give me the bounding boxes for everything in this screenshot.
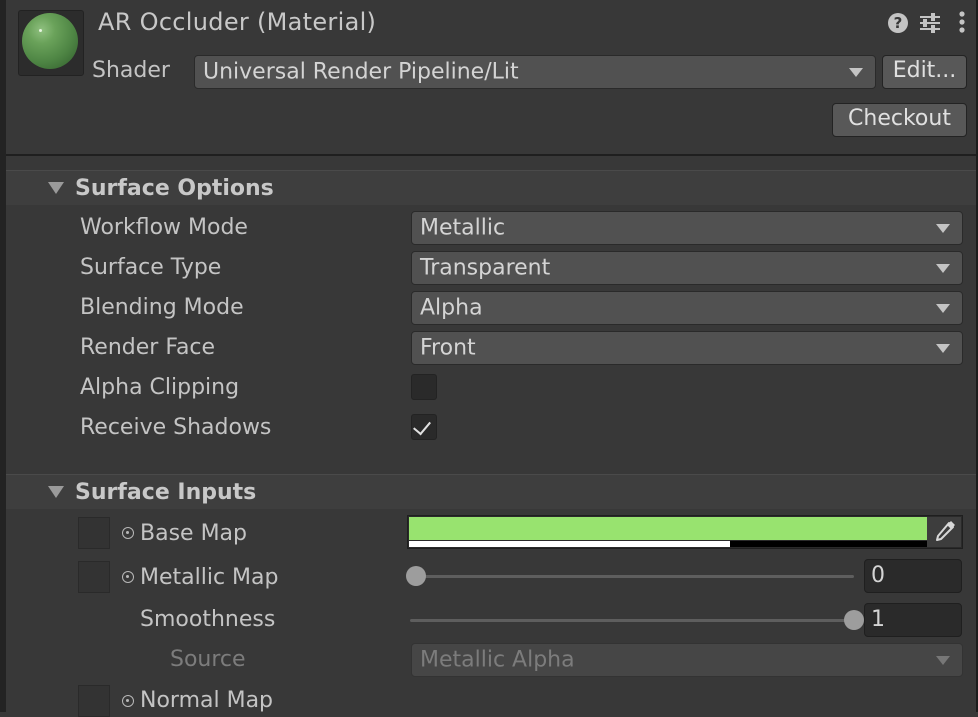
eyedropper-icon[interactable]	[927, 517, 961, 547]
metallic-value-field[interactable]: 0	[864, 559, 962, 593]
render-face-value: Front	[420, 335, 476, 361]
workflow-mode-label: Workflow Mode	[80, 215, 248, 240]
checkout-button[interactable]: Checkout	[832, 103, 967, 137]
header-divider	[6, 154, 976, 156]
smoothness-label: Smoothness	[140, 607, 276, 632]
shader-dropdown-value: Universal Render Pipeline/Lit	[203, 59, 519, 85]
checkmark-icon	[413, 416, 431, 436]
render-face-label: Render Face	[80, 335, 216, 360]
workflow-mode-dropdown[interactable]: Metallic	[411, 211, 963, 245]
surface-inputs-title: Surface Inputs	[75, 480, 257, 505]
receive-shadows-label: Receive Shadows	[80, 415, 272, 440]
workflow-mode-value: Metallic	[420, 215, 506, 241]
chevron-down-icon	[849, 68, 863, 77]
render-face-dropdown[interactable]: Front	[411, 331, 963, 365]
smoothness-slider-handle[interactable]	[844, 610, 864, 630]
surface-type-value: Transparent	[420, 255, 551, 281]
shader-label: Shader	[92, 58, 170, 83]
normal-map-label: Normal Map	[140, 688, 274, 713]
base-map-alpha-bar-remaining	[730, 541, 927, 547]
metallic-slider-track[interactable]	[410, 575, 854, 578]
presets-icon[interactable]	[918, 12, 942, 34]
edit-shader-button[interactable]: Edit...	[882, 55, 967, 89]
surface-type-label: Surface Type	[80, 255, 222, 280]
material-preview-sphere	[22, 13, 78, 69]
chevron-down-icon	[936, 224, 950, 233]
material-title: AR Occluder (Material)	[98, 8, 377, 36]
inspector-left-border	[0, 0, 6, 712]
chevron-down-icon	[936, 344, 950, 353]
blending-mode-value: Alpha	[420, 295, 483, 321]
object-picker-icon[interactable]	[122, 527, 134, 539]
alpha-clipping-label: Alpha Clipping	[80, 375, 240, 400]
blending-mode-dropdown[interactable]: Alpha	[411, 291, 963, 325]
metallic-map-texture-slot[interactable]	[78, 561, 110, 593]
sphere-highlight	[39, 29, 42, 32]
shader-dropdown[interactable]: Universal Render Pipeline/Lit	[194, 55, 876, 89]
help-icon[interactable]: ?	[888, 13, 908, 33]
base-map-texture-slot[interactable]	[78, 517, 110, 549]
metallic-map-label: Metallic Map	[140, 565, 279, 590]
kebab-menu-icon[interactable]	[958, 10, 966, 40]
base-map-color-swatch[interactable]	[409, 517, 927, 540]
smoothness-value-field[interactable]: 1	[864, 603, 962, 637]
normal-map-texture-slot[interactable]	[78, 685, 110, 717]
foldout-triangle-icon[interactable]	[48, 486, 64, 498]
smoothness-slider-track[interactable]	[410, 619, 854, 622]
receive-shadows-checkbox[interactable]	[411, 414, 437, 440]
surface-options-title: Surface Options	[75, 176, 274, 201]
surface-type-dropdown[interactable]: Transparent	[411, 251, 963, 285]
object-picker-icon[interactable]	[122, 695, 134, 707]
chevron-down-icon	[936, 304, 950, 313]
source-dropdown: Metallic Alpha	[411, 643, 963, 677]
base-map-label: Base Map	[140, 521, 247, 546]
alpha-clipping-checkbox[interactable]	[411, 374, 437, 400]
source-value: Metallic Alpha	[420, 647, 575, 673]
foldout-triangle-icon[interactable]	[48, 182, 64, 194]
chevron-down-icon	[936, 264, 950, 273]
source-label: Source	[170, 647, 246, 672]
blending-mode-label: Blending Mode	[80, 295, 244, 320]
metallic-slider-handle[interactable]	[406, 566, 426, 586]
base-map-alpha-bar	[409, 541, 730, 547]
chevron-down-icon	[936, 656, 950, 665]
object-picker-icon[interactable]	[122, 571, 134, 583]
